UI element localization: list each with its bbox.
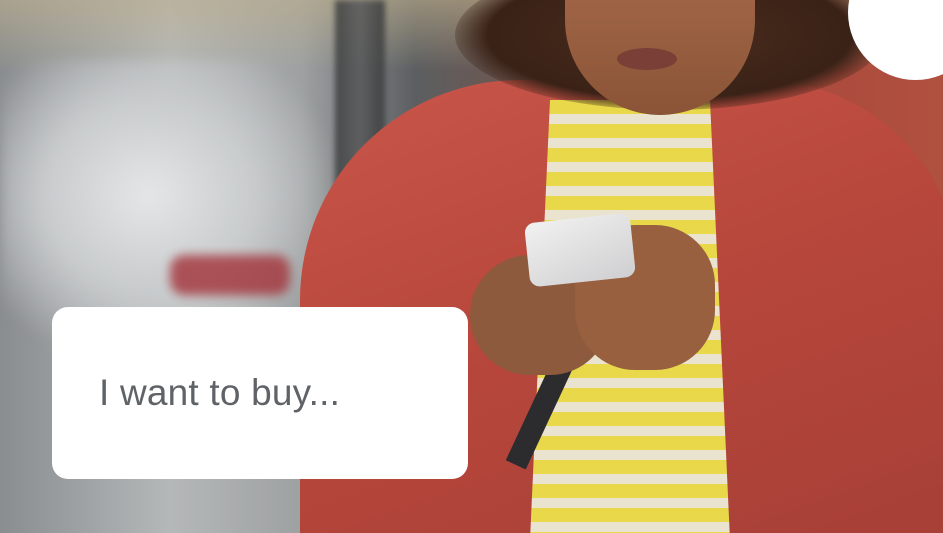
background-car-taillight	[170, 255, 290, 295]
search-prompt-card: I want to buy...	[52, 307, 468, 479]
lips	[617, 48, 677, 70]
hero-photo: I want to buy...	[0, 0, 943, 533]
smartphone	[523, 212, 637, 288]
search-prompt-text: I want to buy...	[99, 372, 341, 413]
